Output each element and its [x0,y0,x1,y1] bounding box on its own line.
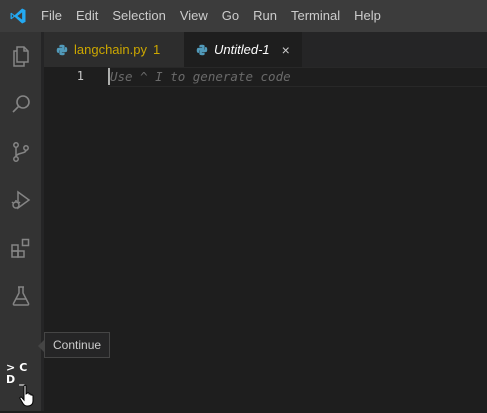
close-icon[interactable]: × [282,42,290,58]
tab-label: Untitled-1 [214,42,270,57]
tab-untitled-1[interactable]: Untitled-1 × [184,32,302,67]
menu-run[interactable]: Run [246,0,284,32]
vscode-logo-icon[interactable] [2,0,34,32]
search-icon[interactable] [0,84,41,124]
activity-bar: >C D_ [0,32,41,411]
run-debug-icon[interactable] [0,180,41,220]
problem-count-badge: 1 [153,42,161,57]
menu-selection[interactable]: Selection [105,0,172,32]
menu-edit[interactable]: Edit [69,0,105,32]
tab-bar: langchain.py 1 Untitled-1 × [44,32,487,67]
menu-file[interactable]: File [34,0,69,32]
hand-pointer-icon [18,384,38,413]
tab-langchain-py[interactable]: langchain.py 1 [44,32,184,67]
editor-placeholder: Use ^ I to generate code [110,69,291,84]
line-number: 1 [76,69,84,83]
menu-view[interactable]: View [173,0,215,32]
menu-help[interactable]: Help [347,0,388,32]
menu-terminal[interactable]: Terminal [284,0,347,32]
extensions-icon[interactable] [0,228,41,268]
tab-label: langchain.py [74,42,147,57]
python-file-icon [196,44,208,56]
explorer-icon[interactable] [0,36,41,76]
line-gutter: 1 [44,67,104,87]
tooltip: Continue [44,332,111,358]
testing-icon[interactable] [0,276,41,316]
source-control-icon[interactable] [0,132,41,172]
continue-icon[interactable]: >C D_ [4,358,34,386]
python-file-icon [56,44,68,56]
tooltip-text: Continue [53,338,102,352]
menu-bar: File Edit Selection View Go Run Terminal… [0,0,487,32]
editor[interactable]: 1 Use ^ I to generate code [44,67,487,411]
menu-go[interactable]: Go [215,0,246,32]
